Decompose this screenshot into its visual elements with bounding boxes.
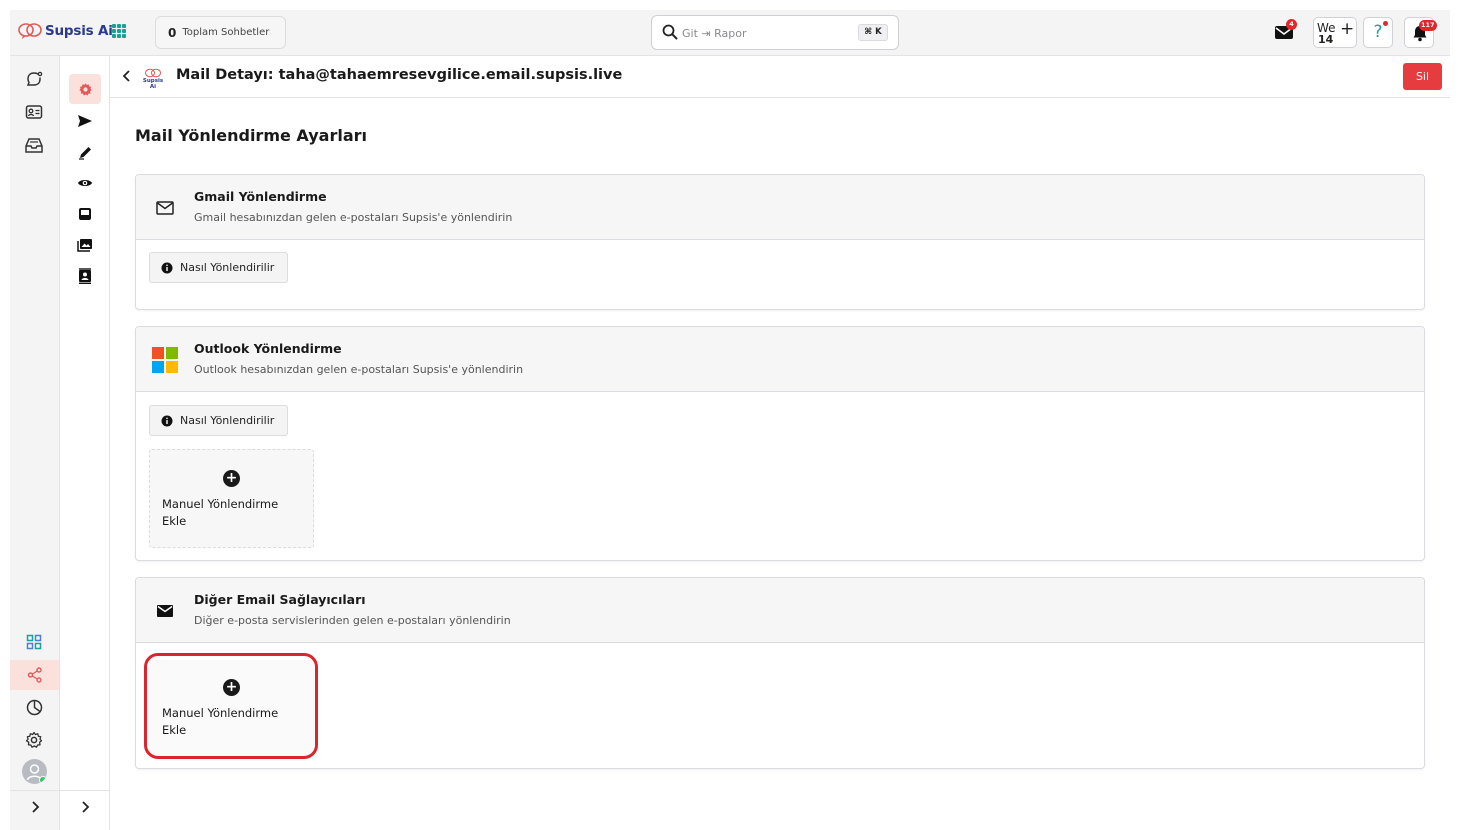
search-icon <box>662 24 678 40</box>
plus-circle-icon: + <box>223 470 240 487</box>
app-window: Supsis Ai 0 Toplam Sohbetler ⌘ K 4 We <box>10 10 1450 830</box>
rail2-item-send[interactable] <box>69 106 101 136</box>
envelope-outline-icon <box>156 201 174 215</box>
gmail-card-header: Gmail Yönlendirme Gmail hesabınızdan gel… <box>136 175 1424 240</box>
inbox-tray-icon <box>25 138 43 153</box>
rail-item-reports[interactable] <box>19 692 49 722</box>
other-card-subtitle: Diğer e-posta servislerinden gelen e-pos… <box>194 614 511 627</box>
rail-divider <box>10 790 60 791</box>
gmail-how-to-button[interactable]: Nasıl Yönlendirilir <box>149 252 288 283</box>
send-icon <box>78 115 92 127</box>
supsis-logo-icon <box>18 23 42 39</box>
other-card-title: Diğer Email Sağlayıcıları <box>194 592 366 607</box>
outlook-how-to-label: Nasıl Yönlendirilir <box>180 414 275 427</box>
rail-item-chats[interactable] <box>19 64 49 94</box>
plus-circle-icon: + <box>223 679 240 696</box>
gmail-icon-wrap <box>154 197 176 219</box>
search-box[interactable]: ⌘ K <box>651 15 899 50</box>
microsoft-logo-icon <box>152 347 178 373</box>
week-number: 14 <box>1318 33 1334 46</box>
weekday-add-button[interactable]: We 14 + <box>1313 17 1357 48</box>
settings-gear-icon <box>25 731 43 748</box>
notification-badge: 117 <box>1419 20 1437 31</box>
help-icon: ? <box>1373 22 1383 42</box>
gmail-card-title: Gmail Yönlendirme <box>194 189 327 204</box>
rail-item-inbox[interactable] <box>19 130 49 160</box>
outlook-add-manual-label: Manuel Yönlendirme Ekle <box>162 497 279 528</box>
gmail-forwarding-card: Gmail Yönlendirme Gmail hesabınızdan gel… <box>135 174 1425 310</box>
search-shortcut: ⌘ K <box>858 24 888 41</box>
inbox-icon <box>79 208 91 220</box>
other-add-manual-forwarding[interactable]: + Manuel Yönlendirme Ekle <box>149 660 314 759</box>
outlook-add-manual-forwarding[interactable]: + Manuel Yönlendirme Ekle <box>149 449 314 548</box>
app-name: Supsis Ai <box>45 23 113 39</box>
outlook-forwarding-card: Outlook Yönlendirme Outlook hesabınızdan… <box>135 326 1425 561</box>
expand-secondary-chevron-icon[interactable] <box>78 800 92 814</box>
plus-icon: + <box>1340 19 1355 39</box>
rail2-item-view[interactable] <box>69 168 101 198</box>
apps-grid-icon[interactable] <box>112 24 126 38</box>
top-bar: Supsis Ai 0 Toplam Sohbetler ⌘ K 4 We <box>10 10 1450 56</box>
other-add-manual-label: Manuel Yönlendirme Ekle <box>162 706 279 737</box>
help-button[interactable]: ? <box>1363 17 1393 48</box>
rail2-item-contacts[interactable] <box>69 261 101 291</box>
total-chats-label: Toplam Sohbetler <box>182 27 270 38</box>
info-icon <box>161 415 173 426</box>
share-icon <box>27 667 42 683</box>
outlook-card-title: Outlook Yönlendirme <box>194 341 342 356</box>
mail-badge: 4 <box>1286 19 1297 30</box>
envelope-filled-icon <box>157 605 173 617</box>
mail-brand-text: Supsis Ai <box>142 78 164 90</box>
gmail-card-subtitle: Gmail hesabınızdan gelen e-postaları Sup… <box>194 211 513 224</box>
edit-pen-icon <box>78 146 91 160</box>
eye-icon <box>78 180 92 186</box>
page-title: Mail Detayı: taha@tahaemresevgilice.emai… <box>176 67 623 83</box>
rail-item-contacts[interactable] <box>19 97 49 127</box>
rail2-divider <box>60 790 110 791</box>
main-content: Supsis Ai Mail Detayı: taha@tahaemresevg… <box>110 56 1450 830</box>
outlook-icon-wrap <box>152 347 178 373</box>
secondary-sidebar <box>60 56 110 830</box>
info-icon <box>161 262 173 273</box>
dashboard-grid-icon <box>26 634 42 650</box>
rail-item-integrations[interactable] <box>10 660 59 690</box>
rail2-item-inbox[interactable] <box>69 199 101 229</box>
chat-bubble-icon <box>26 71 43 86</box>
outlook-card-header: Outlook Yönlendirme Outlook hesabınızdan… <box>136 327 1424 392</box>
mail-button[interactable]: 4 <box>1274 19 1297 44</box>
other-icon-wrap <box>154 600 176 622</box>
user-avatar[interactable] <box>22 759 47 784</box>
main-sidebar <box>10 56 60 830</box>
rail2-item-edit[interactable] <box>69 137 101 167</box>
gear-icon <box>78 82 92 95</box>
other-card-header: Diğer Email Sağlayıcıları Diğer e-posta … <box>136 578 1424 643</box>
supsis-small-logo-icon <box>145 68 161 78</box>
help-dot <box>1383 21 1388 26</box>
contact-card-icon <box>25 105 43 119</box>
search-input[interactable] <box>682 24 852 42</box>
rail2-item-settings[interactable] <box>69 74 101 104</box>
back-chevron-icon[interactable] <box>120 68 134 84</box>
total-chats-count: 0 <box>168 25 177 40</box>
section-title: Mail Yönlendirme Ayarları <box>135 126 367 145</box>
delete-button[interactable]: Sil <box>1403 63 1442 90</box>
contacts-book-icon <box>79 268 91 284</box>
outlook-how-to-button[interactable]: Nasıl Yönlendirilir <box>149 405 288 436</box>
notifications-button[interactable]: 117 <box>1404 17 1437 48</box>
mail-brand-logo: Supsis Ai <box>140 68 166 90</box>
rail2-item-gallery[interactable] <box>69 230 101 260</box>
gallery-icon <box>77 239 92 252</box>
online-status-dot <box>39 776 47 784</box>
outlook-card-subtitle: Outlook hesabınızdan gelen e-postaları S… <box>194 363 524 376</box>
rail-item-settings[interactable] <box>19 725 49 755</box>
total-chats-button[interactable]: 0 Toplam Sohbetler <box>155 16 286 49</box>
app-logo[interactable]: Supsis Ai <box>18 22 113 40</box>
gmail-how-to-label: Nasıl Yönlendirilir <box>180 261 275 274</box>
pie-chart-icon <box>26 699 42 715</box>
other-providers-card: Diğer Email Sağlayıcıları Diğer e-posta … <box>135 577 1425 769</box>
page-header: Supsis Ai Mail Detayı: taha@tahaemresevg… <box>110 56 1450 98</box>
rail-item-dashboard[interactable] <box>19 627 49 657</box>
expand-sidebar-chevron-icon[interactable] <box>28 800 42 814</box>
